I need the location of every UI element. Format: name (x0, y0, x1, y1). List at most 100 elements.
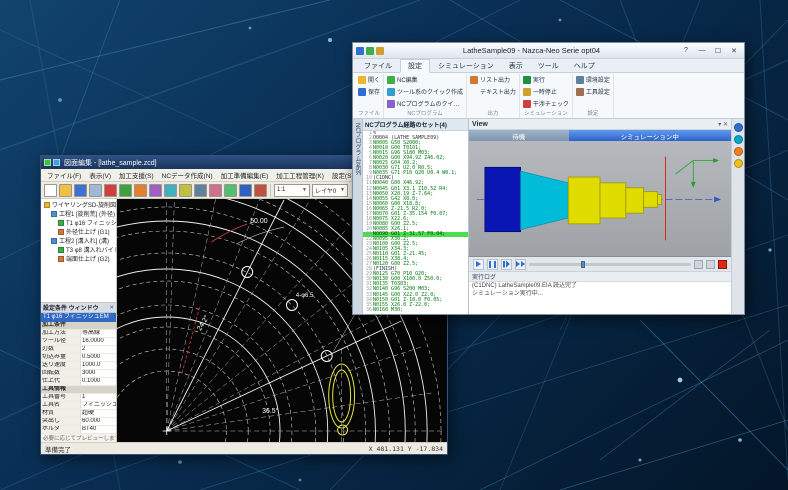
menu-item[interactable]: 表示(V) (85, 170, 115, 180)
ribbon-tab[interactable]: ファイル (357, 60, 399, 72)
transport-button[interactable] (473, 259, 484, 270)
ribbon-button[interactable]: NC編集 (387, 74, 463, 85)
transport-button[interactable] (501, 259, 512, 270)
slider-thumb[interactable] (581, 261, 585, 268)
ribbon-button[interactable]: 実行 (523, 74, 569, 85)
property-value[interactable]: 超硬 (81, 410, 116, 417)
ribbon-button[interactable]: リスト出力 (470, 74, 516, 85)
toolbar-icon[interactable] (59, 184, 72, 197)
ribbon-tab[interactable]: ツール (531, 60, 566, 72)
property-row[interactable]: 送り速度 1000.0 (41, 362, 116, 370)
property-value[interactable]: 0.1000 (81, 378, 116, 385)
property-row[interactable]: 仕上代 0.1000 (41, 378, 116, 386)
nc-code-list[interactable]: 1 % 2 O0004 (LATHE SAMPLE09) 3 N0005 G50… (363, 131, 468, 314)
ribbon-button[interactable]: ツール系のクイック作成 (387, 86, 463, 97)
toolbar-icon[interactable] (224, 184, 237, 197)
property-row[interactable]: 加工条件 (41, 322, 116, 330)
toolbar-icon[interactable] (239, 184, 252, 197)
ribbon-button[interactable]: 工具設定 (576, 86, 610, 97)
log-panel-header[interactable]: 実行ログ (469, 272, 731, 282)
property-value[interactable]: 1 (81, 394, 116, 401)
ribbon-tab[interactable]: 設定 (400, 59, 430, 73)
undo-icon[interactable] (376, 47, 384, 55)
close-button[interactable]: ✕ (727, 45, 741, 56)
ribbon-tab[interactable]: 表示 (502, 60, 530, 72)
selected-tool-row[interactable]: T1 φ16 フィニッシュEM (41, 313, 116, 322)
ribbon-button[interactable]: 環境設定 (576, 74, 610, 85)
property-row[interactable]: 工具名 フィニッシュ (41, 402, 116, 410)
property-value[interactable]: 等高線 (81, 330, 116, 337)
tree-item[interactable]: 外径仕上げ (G1) (41, 227, 116, 236)
property-value[interactable]: BT40 (81, 426, 116, 433)
ribbon-tab[interactable]: シミュレーション (431, 60, 501, 72)
ribbon-button[interactable]: 一時停止 (523, 86, 569, 97)
menu-item[interactable]: ファイル(F) (43, 170, 85, 180)
toolbar-icon[interactable] (209, 184, 222, 197)
transport-button[interactable] (487, 259, 498, 270)
tree-item[interactable]: 工程1 [旋削荒] (外径) (41, 209, 116, 218)
save-icon[interactable] (366, 47, 374, 55)
property-panel-header[interactable]: 設定条件 ウィンドウ ✕ (41, 303, 116, 313)
property-value[interactable]: 3000 (81, 370, 116, 377)
scale-combo[interactable]: 1:1▼ (274, 184, 310, 197)
property-row[interactable]: ホルダ BT40 (41, 426, 116, 434)
capture-button[interactable] (694, 260, 703, 269)
tree-item[interactable]: 端面仕上げ (G2) (41, 254, 116, 263)
close-icon[interactable]: ✕ (109, 305, 114, 311)
property-row[interactable]: 切込み量 0.5000 (41, 354, 116, 362)
property-value[interactable]: 2 (81, 346, 116, 353)
progress-slider[interactable] (529, 263, 691, 266)
maximize-button[interactable]: ☐ (711, 45, 725, 56)
panel-options-icon[interactable]: ▾ ✕ (718, 121, 728, 128)
minimize-button[interactable]: — (695, 45, 709, 56)
property-row[interactable]: 刃数 2 (41, 346, 116, 354)
tree-item[interactable]: T3 φ8 溝入れバイト (41, 245, 116, 254)
nc-panel-side-tab[interactable]: NCプログラム/系列 (353, 119, 363, 314)
tree-item[interactable]: ワイヤリングSD-旋削図 (41, 200, 116, 209)
toolbar-icon[interactable] (74, 184, 87, 197)
property-value[interactable]: フィニッシュ (81, 402, 116, 409)
menu-item[interactable]: NCデータ作成(N) (158, 170, 217, 180)
toolbar-icon[interactable] (104, 184, 117, 197)
property-row[interactable]: 回転数 3000 (41, 370, 116, 378)
toolbar-icon[interactable] (179, 184, 192, 197)
view-tool-icon[interactable] (734, 159, 743, 168)
property-row[interactable]: 工具情報 (41, 386, 116, 394)
ribbon-button[interactable]: 開く (358, 74, 380, 85)
ribbon-tab[interactable]: ヘルプ (567, 60, 602, 72)
tree-item[interactable]: T1 φ16 フィニッシュEM (41, 218, 116, 227)
view-tool-icon[interactable] (734, 135, 743, 144)
property-row[interactable]: 突出し 60.000 (41, 418, 116, 426)
toolbar-icon[interactable] (164, 184, 177, 197)
property-value[interactable]: 60.000 (81, 418, 116, 425)
ribbon-button[interactable]: 干渉チェック (523, 98, 569, 109)
ribbon-button[interactable]: テキスト出力 (470, 86, 516, 97)
stop-button[interactable] (718, 260, 727, 269)
view-tool-icon[interactable] (734, 123, 743, 132)
property-row[interactable]: 工具番号 1 (41, 394, 116, 402)
ribbon-button[interactable]: NCプログラムのクイック作成 (387, 98, 463, 109)
cam-titlebar[interactable]: LatheSample09 - Nazca-Neo Serie opt04 ? … (353, 43, 744, 59)
help-button[interactable]: ? (679, 45, 693, 56)
toolbar-icon[interactable] (119, 184, 132, 197)
view-tool-icon[interactable] (734, 147, 743, 156)
property-value[interactable] (114, 322, 116, 329)
property-value[interactable]: 16.0000 (81, 338, 116, 345)
menu-item[interactable]: 加工準備編集(E) (217, 170, 273, 180)
toolbar-icon[interactable] (89, 184, 102, 197)
toolbar-icon[interactable] (134, 184, 147, 197)
menu-item[interactable]: 加工工程管理(K) (272, 170, 328, 180)
property-value[interactable] (114, 386, 116, 393)
simulation-viewport[interactable] (469, 141, 731, 257)
property-value[interactable]: 0.5000 (81, 354, 116, 361)
nc-code-line[interactable]: 36 N0160 M30; (363, 308, 468, 313)
property-row[interactable]: 材質 超硬 (41, 410, 116, 418)
transport-button[interactable] (515, 259, 526, 270)
toolbar-icon[interactable] (254, 184, 267, 197)
toolbar-icon[interactable] (194, 184, 207, 197)
view-panel-header[interactable]: View ▾ ✕ (469, 119, 731, 130)
layer-combo[interactable]: レイヤ0▼ (312, 184, 348, 197)
settings-button[interactable] (706, 260, 715, 269)
toolbar-icon[interactable] (44, 184, 57, 197)
property-value[interactable]: 1000.0 (81, 362, 116, 369)
